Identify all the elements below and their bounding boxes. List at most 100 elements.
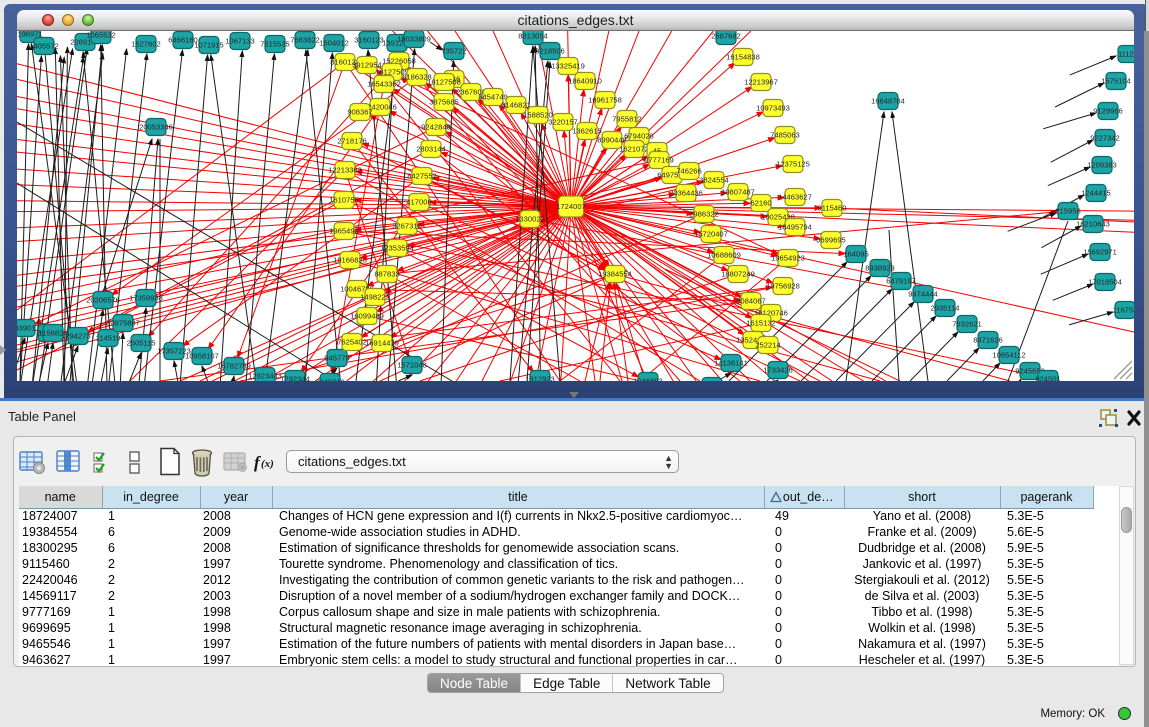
svg-text:114519: 114519 <box>96 334 121 343</box>
svg-text:746266: 746266 <box>676 167 701 176</box>
svg-text:33901: 33901 <box>17 324 36 333</box>
svg-text:(x): (x) <box>261 458 274 470</box>
svg-text:16099489: 16099489 <box>350 312 384 321</box>
svg-text:215958: 215958 <box>1055 207 1080 216</box>
svg-text:8471626: 8471626 <box>973 336 1003 345</box>
svg-text:908367: 908367 <box>347 108 372 117</box>
svg-text:2718176: 2718176 <box>337 137 367 146</box>
svg-text:1209383: 1209383 <box>1087 161 1117 170</box>
svg-text:18807249: 18807249 <box>721 270 755 279</box>
svg-text:7663822: 7663822 <box>290 36 320 45</box>
svg-text:12213967: 12213967 <box>744 78 778 87</box>
svg-text:6479197: 6479197 <box>886 277 916 286</box>
svg-text:1065532: 1065532 <box>86 31 116 40</box>
svg-text:1292344: 1292344 <box>280 375 310 381</box>
svg-text:1733426: 1733426 <box>763 366 793 375</box>
svg-text:7955812: 7955812 <box>612 115 642 124</box>
svg-text:16961758: 16961758 <box>588 96 622 105</box>
svg-text:164095: 164095 <box>843 250 868 259</box>
svg-text:18127508: 18127508 <box>427 78 461 87</box>
svg-text:1046893: 1046893 <box>633 377 663 381</box>
svg-text:30975887: 30975887 <box>106 319 140 328</box>
svg-text:2986322: 2986322 <box>689 210 719 219</box>
svg-text:19756928: 19756928 <box>766 282 800 291</box>
svg-text:16210643: 16210643 <box>1076 220 1110 229</box>
svg-text:9084067: 9084067 <box>736 297 766 306</box>
svg-text:1067133: 1067133 <box>225 37 255 46</box>
svg-text:1571048: 1571048 <box>397 361 427 370</box>
svg-text:2687682: 2687682 <box>711 32 741 41</box>
svg-text:0699695: 0699695 <box>816 236 846 245</box>
svg-text:12923443: 12923443 <box>248 372 282 381</box>
svg-text:7515535: 7515535 <box>260 40 290 49</box>
svg-text:1405572: 1405572 <box>29 42 59 51</box>
svg-text:16782759: 16782759 <box>217 362 251 371</box>
svg-text:9115460: 9115460 <box>818 204 847 213</box>
svg-text:924501: 924501 <box>1035 375 1060 381</box>
svg-text:3267310: 3267310 <box>392 222 422 231</box>
svg-text:10688609: 10688609 <box>707 251 741 260</box>
svg-text:13325419: 13325419 <box>551 62 585 71</box>
svg-text:16154838: 16154838 <box>726 53 760 62</box>
svg-text:1362615: 1362615 <box>572 127 602 136</box>
svg-text:15720407: 15720407 <box>694 230 728 239</box>
svg-text:12375125: 12375125 <box>776 160 810 169</box>
svg-text:10958107: 10958107 <box>185 352 219 361</box>
svg-text:8990448: 8990448 <box>597 136 627 145</box>
svg-text:20206576: 20206576 <box>86 296 120 305</box>
svg-text:252214: 252214 <box>755 341 780 350</box>
svg-text:1812923: 1812923 <box>525 375 555 381</box>
svg-text:16648784: 16648784 <box>871 97 905 106</box>
svg-text:116753: 116753 <box>1113 306 1134 315</box>
svg-text:20053346: 20053346 <box>139 123 173 132</box>
svg-text:16543362: 16543362 <box>367 80 401 89</box>
svg-text:9245012: 9245012 <box>315 378 345 381</box>
svg-text:945779: 945779 <box>324 354 349 363</box>
svg-text:7632621: 7632621 <box>952 320 982 329</box>
svg-text:15692971: 15692971 <box>1083 248 1117 257</box>
svg-text:14463627: 14463627 <box>778 193 812 202</box>
svg-text:1604012: 1604012 <box>319 39 349 48</box>
svg-text:9227342: 9227342 <box>1090 134 1120 143</box>
svg-text:3160123: 3160123 <box>354 36 384 45</box>
svg-text:12942737: 12942737 <box>61 332 95 341</box>
svg-text:12353594: 12353594 <box>380 244 414 253</box>
svg-text:9474444: 9474444 <box>908 290 938 299</box>
svg-text:887833: 887833 <box>374 270 399 279</box>
svg-text:1965492: 1965492 <box>329 227 359 236</box>
svg-text:1498222: 1498222 <box>360 293 390 302</box>
svg-text:10654112: 10654112 <box>992 351 1025 360</box>
svg-text:1330023: 1330023 <box>515 215 545 224</box>
svg-text:10807487: 10807487 <box>721 188 755 197</box>
svg-text:1527602: 1527602 <box>131 40 161 49</box>
svg-text:2505115: 2505115 <box>127 339 156 348</box>
svg-text:20364436: 20364436 <box>669 189 703 198</box>
svg-text:3875685: 3875685 <box>429 98 459 107</box>
svg-text:12213363: 12213363 <box>328 166 362 175</box>
svg-text:11121: 11121 <box>1118 50 1134 59</box>
svg-text:417006: 417006 <box>406 198 431 207</box>
svg-text:19166825: 19166825 <box>333 256 367 265</box>
svg-text:9218506: 9218506 <box>535 47 565 56</box>
svg-text:18640910: 18640910 <box>568 77 602 86</box>
svg-text:19384554: 19384554 <box>598 270 632 279</box>
svg-text:8427552: 8427552 <box>407 172 437 181</box>
svg-text:16914479: 16914479 <box>365 339 399 348</box>
svg-text:1575104: 1575104 <box>1101 77 1131 86</box>
svg-text:1621072: 1621072 <box>619 145 649 154</box>
svg-text:19654923: 19654923 <box>771 254 805 263</box>
svg-text:1244415: 1244415 <box>1081 189 1111 198</box>
svg-text:9242848: 9242848 <box>421 123 451 132</box>
svg-text:3824554: 3824554 <box>699 176 729 185</box>
svg-text:1071915: 1071915 <box>194 41 224 50</box>
svg-text:7625402: 7625402 <box>337 338 367 347</box>
svg-text:2935114: 2935114 <box>931 304 960 313</box>
svg-text:7485063: 7485063 <box>770 131 800 140</box>
svg-text:10973493: 10973493 <box>756 104 790 113</box>
svg-text:8813054: 8813054 <box>518 32 548 41</box>
svg-text:17018504: 17018504 <box>1088 278 1122 287</box>
svg-text:62160: 62160 <box>750 199 771 208</box>
svg-text:16033809: 16033809 <box>397 35 431 44</box>
svg-text:9146821: 9146821 <box>501 101 531 110</box>
svg-text:2803144: 2803144 <box>416 145 446 154</box>
